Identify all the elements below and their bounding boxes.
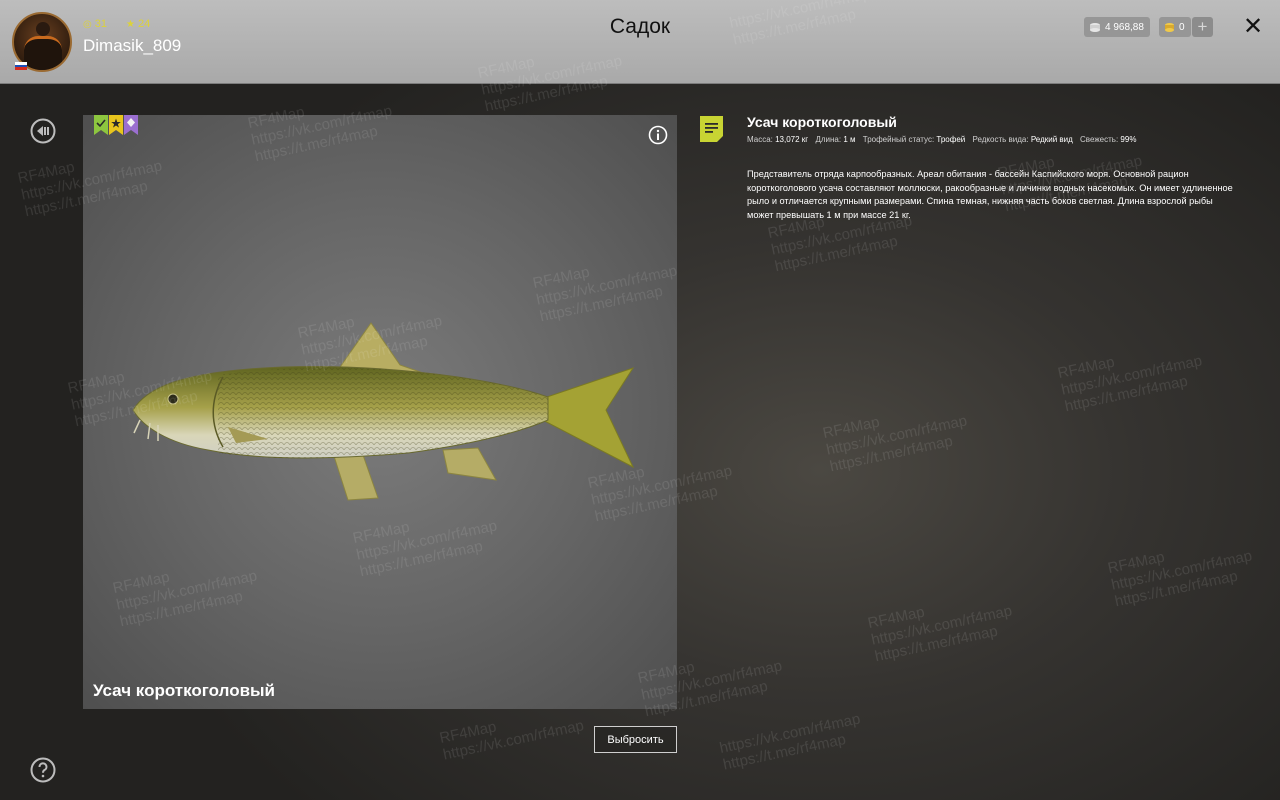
fish-image bbox=[132, 322, 635, 501]
fish-preview-panel: Усач короткоголовый bbox=[83, 115, 677, 709]
fish-attributes: Масса: 13,072 кг Длина: 1 м Трофейный ст… bbox=[747, 135, 1141, 144]
attr-weight-label: Масса: bbox=[747, 135, 773, 144]
watermark: RF4Maphttps://vk.com/rf4maphttps://t.me/… bbox=[1056, 352, 1204, 416]
attr-length-value: 1 м bbox=[843, 135, 856, 144]
close-button[interactable]: ✕ bbox=[1240, 14, 1266, 40]
watermark: https://vk.com/rf4maphttps://t.me/rf4map bbox=[718, 710, 862, 774]
watermark: RF4Map https://vk.com/rf4map bbox=[438, 717, 586, 764]
add-currency-button[interactable]: + bbox=[1192, 17, 1213, 37]
gold-coins-icon bbox=[1165, 22, 1174, 32]
country-flag-icon bbox=[15, 62, 27, 70]
attr-trophy-label: Трофейный статус: bbox=[862, 135, 935, 144]
yellow-star-ribbon-icon bbox=[109, 115, 123, 135]
attr-freshness-label: Свежесть: bbox=[1080, 135, 1119, 144]
attr-freshness-value: 99% bbox=[1120, 135, 1137, 144]
gold-balance: 0 bbox=[1159, 17, 1191, 37]
help-icon[interactable] bbox=[30, 757, 56, 783]
watermark: RF4Maphttps://vk.com/rf4maphttps://t.me/… bbox=[821, 412, 969, 476]
silver-coins-icon bbox=[1090, 22, 1100, 32]
discard-button[interactable]: Выбросить bbox=[594, 726, 677, 753]
watermark: RF4Maphttps://vk.com/rf4maphttps://t.me/… bbox=[866, 602, 1014, 666]
note-icon bbox=[700, 116, 723, 142]
attr-rarity-label: Редкость вида: bbox=[972, 135, 1029, 144]
username: Dimasik_809 bbox=[83, 36, 182, 55]
fish-badges bbox=[94, 115, 138, 135]
back-icon[interactable] bbox=[30, 118, 56, 144]
attr-rarity-value: Редкий вид bbox=[1030, 135, 1073, 144]
top-bar: ◎ 31 ★ 24 Dimasik_809 Садок 4 968,88 0 + ✕ bbox=[0, 0, 1280, 84]
fish-caption: Усач короткоголовый bbox=[93, 681, 275, 700]
info-icon[interactable] bbox=[648, 125, 668, 145]
watermark: RF4Maphttps://vk.com/rf4maphttps://t.me/… bbox=[1106, 547, 1254, 611]
attr-weight-value: 13,072 кг bbox=[775, 135, 809, 144]
attr-trophy-value: Трофей bbox=[936, 135, 966, 144]
silver-balance: 4 968,88 bbox=[1084, 17, 1150, 37]
fish-title: Усач короткоголовый bbox=[747, 114, 897, 130]
attr-length-label: Длина: bbox=[815, 135, 842, 144]
purple-gem-ribbon-icon bbox=[124, 115, 138, 135]
fish-description: Представитель отряда карпообразных. Ареа… bbox=[747, 169, 1233, 220]
green-check-ribbon-icon bbox=[94, 115, 108, 135]
